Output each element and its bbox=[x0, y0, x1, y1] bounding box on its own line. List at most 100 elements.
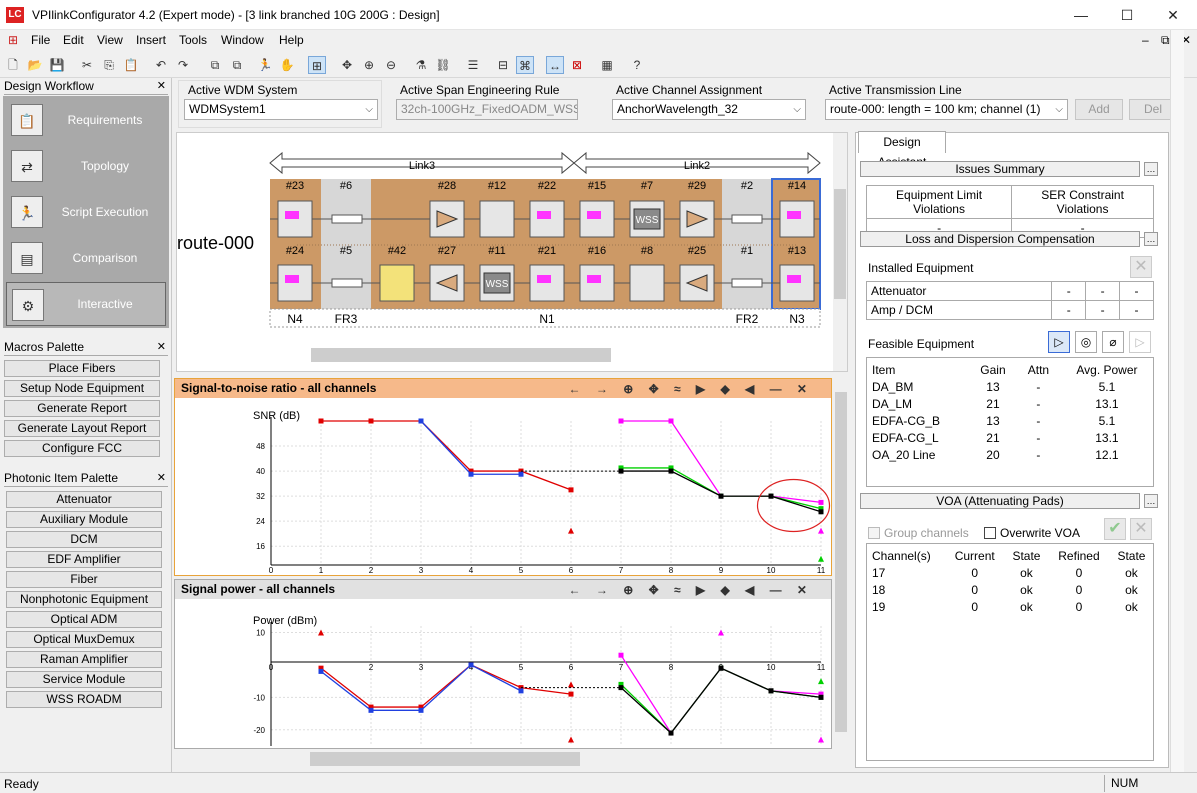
span-icon[interactable]: ↔ bbox=[546, 56, 564, 74]
workflow-comparison[interactable]: ▤ Comparison bbox=[6, 236, 166, 280]
list-icon[interactable]: ☰ bbox=[464, 56, 482, 74]
feasible-row[interactable]: EDFA-CG_B 13 - 5.1 bbox=[866, 412, 1154, 429]
check-icon[interactable]: ✔ bbox=[1104, 518, 1126, 540]
fit-icon[interactable]: ✥ bbox=[338, 56, 356, 74]
layout-icon[interactable]: ⊞ bbox=[308, 56, 326, 74]
palette-button[interactable]: DCM bbox=[6, 531, 162, 548]
wdm-select[interactable]: WDMSystem1 ⌵ bbox=[184, 99, 378, 120]
stop-icon[interactable]: ✋ bbox=[278, 56, 296, 74]
open-icon[interactable]: 📂 bbox=[26, 56, 44, 74]
charts-hscrollbar[interactable] bbox=[310, 752, 580, 766]
doc-icon[interactable]: ⊞ bbox=[8, 33, 18, 47]
feasible-row[interactable]: EDFA-CG_L 21 - 13.1 bbox=[866, 429, 1154, 446]
horizontal-scrollbar[interactable] bbox=[311, 348, 611, 362]
new-icon[interactable]: 🗋 bbox=[4, 56, 22, 74]
undo-icon[interactable]: ↶ bbox=[152, 56, 170, 74]
line-select[interactable]: route-000: length = 100 km; channel (1) ⌵ bbox=[825, 99, 1068, 120]
workflow-requirements[interactable]: 📋 Requirements bbox=[6, 98, 166, 142]
palette-button[interactable]: Fiber bbox=[6, 571, 162, 588]
palette-button[interactable]: Optical MuxDemux bbox=[6, 631, 162, 648]
doc-minimize-icon[interactable]: – bbox=[1142, 33, 1149, 47]
cancel-icon[interactable]: ✕ bbox=[1130, 518, 1152, 540]
palette-button[interactable]: Optical ADM bbox=[6, 611, 162, 628]
apply-icon[interactable]: ▷ bbox=[1129, 331, 1151, 353]
paste-icon[interactable]: 📋 bbox=[122, 56, 140, 74]
macro-button[interactable]: Generate Layout Report bbox=[4, 420, 160, 437]
palette-button[interactable]: EDF Amplifier bbox=[6, 551, 162, 568]
close-icon[interactable]: ✕ bbox=[157, 79, 166, 92]
overwrite-voa-label: Overwrite VOA bbox=[1000, 526, 1081, 540]
attenuator-icon[interactable]: ⌀ bbox=[1102, 331, 1124, 353]
group-channels-checkbox[interactable] bbox=[868, 527, 880, 539]
save-icon[interactable]: 💾 bbox=[48, 56, 66, 74]
add-button[interactable]: Add bbox=[1075, 99, 1123, 120]
palette-button[interactable]: WSS ROADM bbox=[6, 691, 162, 708]
overwrite-voa-checkbox[interactable] bbox=[984, 527, 996, 539]
redo-icon[interactable]: ↷ bbox=[174, 56, 192, 74]
run-icon[interactable]: 🏃 bbox=[256, 56, 274, 74]
palette-button[interactable]: Auxiliary Module bbox=[6, 511, 162, 528]
voa-row[interactable]: 17 0 ok 0 ok bbox=[866, 564, 1154, 581]
charts-scrollbar[interactable] bbox=[834, 378, 848, 749]
menu-tools[interactable]: Tools bbox=[179, 33, 207, 47]
chart-toolbar-icon[interactable]: ← → ⊕ ✥ ≈ ▶ ◆ ◀ — ✕ bbox=[569, 380, 813, 399]
zoom-out-icon[interactable]: ⊖ bbox=[382, 56, 400, 74]
probe-icon[interactable]: ⚗ bbox=[412, 56, 430, 74]
menu-help[interactable]: Help bbox=[279, 33, 304, 47]
workflow-interactive[interactable]: ⚙ Interactive bbox=[6, 282, 166, 326]
feasible-row[interactable]: DA_LM 21 - 13.1 bbox=[866, 395, 1154, 412]
issues-summary-bar: Issues Summary bbox=[860, 161, 1140, 177]
network-icon[interactable]: ⌘ bbox=[516, 56, 534, 74]
dcm-icon[interactable]: ◎ bbox=[1075, 331, 1097, 353]
link-icon[interactable]: ⛓ bbox=[434, 56, 452, 74]
table-cell: 20 bbox=[986, 447, 1000, 462]
maximize-button[interactable]: ☐ bbox=[1104, 0, 1150, 30]
feasible-row[interactable]: OA_20 Line 20 - 12.1 bbox=[866, 446, 1154, 463]
doc-restore-icon[interactable]: ⧉ bbox=[1161, 33, 1170, 48]
span-rule-select[interactable]: 32ch-100GHz_FixedOADM_WSS_m bbox=[396, 99, 578, 120]
help-icon[interactable]: ? bbox=[628, 56, 646, 74]
voa-row[interactable]: 19 0 ok 0 ok bbox=[866, 598, 1154, 615]
palette-button[interactable]: Attenuator bbox=[6, 491, 162, 508]
close-icon[interactable]: ✕ bbox=[157, 471, 166, 484]
chart-toolbar-icon[interactable]: ← → ⊕ ✥ ≈ ▶ ◆ ◀ — ✕ bbox=[569, 581, 813, 600]
channel-select[interactable]: AnchorWavelength_32 ⌵ bbox=[612, 99, 806, 120]
copy-icon[interactable]: ⎘ bbox=[100, 56, 118, 74]
menu-insert[interactable]: Insert bbox=[136, 33, 166, 47]
expand-icon[interactable]: … bbox=[1144, 494, 1158, 508]
workflow-topology[interactable]: ⇄ Topology bbox=[6, 144, 166, 188]
cut-icon[interactable]: ✂ bbox=[78, 56, 96, 74]
macro-button[interactable]: Setup Node Equipment bbox=[4, 380, 160, 397]
close-button[interactable]: ✕ bbox=[1150, 0, 1196, 30]
macro-button[interactable]: Place Fibers bbox=[4, 360, 160, 377]
palette-button[interactable]: Raman Amplifier bbox=[6, 651, 162, 668]
zoom-in-icon[interactable]: ⊕ bbox=[360, 56, 378, 74]
topology-canvas[interactable]: route-000 Link3 Link2 #23 #6 #28 #12 #22 #15 #7 #… bbox=[176, 132, 848, 372]
table-icon[interactable]: ▦ bbox=[598, 56, 616, 74]
copy-item-icon[interactable]: ⧉ bbox=[206, 56, 224, 74]
voa-row[interactable]: 18 0 ok 0 ok bbox=[866, 581, 1154, 598]
vertical-scrollbar[interactable] bbox=[833, 133, 847, 371]
amplifier-icon[interactable]: ▷ bbox=[1048, 331, 1070, 353]
workflow-script-execution[interactable]: 🏃 Script Execution bbox=[6, 190, 166, 234]
feasible-row[interactable]: DA_BM 13 - 5.1 bbox=[866, 378, 1154, 395]
grid-icon[interactable]: ⊟ bbox=[494, 56, 512, 74]
expand-icon[interactable]: … bbox=[1144, 162, 1158, 176]
device-icon[interactable]: ⊠ bbox=[568, 56, 586, 74]
remove-icon[interactable]: ✕ bbox=[1130, 256, 1152, 278]
macro-button[interactable]: Generate Report bbox=[4, 400, 160, 417]
menu-file[interactable]: File bbox=[31, 33, 50, 47]
expand-icon[interactable]: … bbox=[1144, 232, 1158, 246]
menu-window[interactable]: Window bbox=[221, 33, 264, 47]
macro-button[interactable]: Configure FCC bbox=[4, 440, 160, 457]
paste-item-icon[interactable]: ⧉ bbox=[228, 56, 246, 74]
menu-edit[interactable]: Edit bbox=[63, 33, 84, 47]
palette-button[interactable]: Nonphotonic Equipment bbox=[6, 591, 162, 608]
menu-view[interactable]: View bbox=[97, 33, 123, 47]
main-scrollbar[interactable] bbox=[1170, 30, 1184, 772]
y-tick-label: -20 bbox=[253, 726, 265, 735]
close-icon[interactable]: ✕ bbox=[157, 340, 166, 353]
palette-button[interactable]: Service Module bbox=[6, 671, 162, 688]
minimize-button[interactable]: — bbox=[1058, 0, 1104, 30]
tab-design-assistant[interactable]: Design Assistant bbox=[858, 131, 946, 169]
